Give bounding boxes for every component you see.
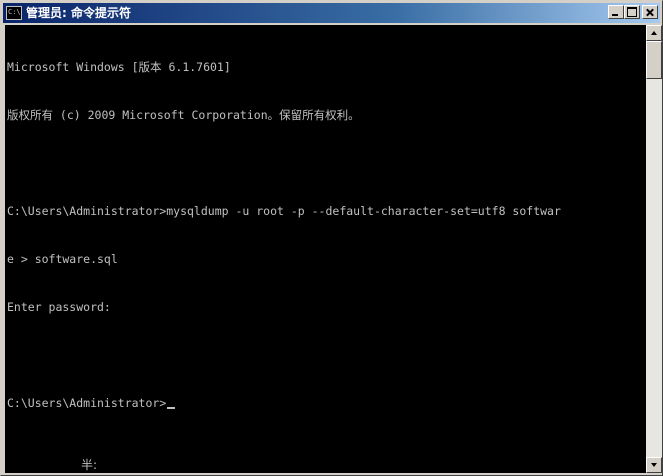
scroll-down-button[interactable] xyxy=(646,457,662,473)
console-prompt: C:\Users\Administrator> xyxy=(7,396,167,410)
text-cursor xyxy=(167,407,176,409)
console-prompt-line[interactable]: C:\Users\Administrator> xyxy=(7,395,561,411)
command-prompt-window: 管理员: 命令提示符 Microsoft Windows [版本 6.1.760… xyxy=(0,0,663,476)
console-output-area[interactable]: Microsoft Windows [版本 6.1.7601] 版权所有 (c)… xyxy=(5,25,646,473)
minimize-button[interactable] xyxy=(608,5,624,19)
console-icon[interactable] xyxy=(6,6,22,20)
console-line: Enter password: xyxy=(7,300,111,314)
title-bar[interactable]: 管理员: 命令提示符 xyxy=(3,3,660,23)
close-button[interactable] xyxy=(642,5,658,19)
ime-status-indicator: 半: xyxy=(81,458,98,472)
window-controls xyxy=(608,5,658,19)
console-line: 版权所有 (c) 2009 Microsoft Corporation。保留所有… xyxy=(7,108,360,122)
console-text: Microsoft Windows [版本 6.1.7601] 版权所有 (c)… xyxy=(7,27,561,443)
maximize-button[interactable] xyxy=(624,5,640,19)
scroll-up-button[interactable] xyxy=(646,25,662,41)
scroll-up-arrow-icon xyxy=(651,31,657,35)
vertical-scrollbar[interactable] xyxy=(646,25,662,473)
console-line: C:\Users\Administrator>mysqldump -u root… xyxy=(7,204,561,218)
window-title: 管理员: 命令提示符 xyxy=(26,6,131,20)
console-line: e > software.sql xyxy=(7,252,118,266)
scroll-down-arrow-icon xyxy=(651,463,657,467)
scroll-thumb[interactable] xyxy=(646,41,662,79)
console-line: Microsoft Windows [版本 6.1.7601] xyxy=(7,60,231,74)
